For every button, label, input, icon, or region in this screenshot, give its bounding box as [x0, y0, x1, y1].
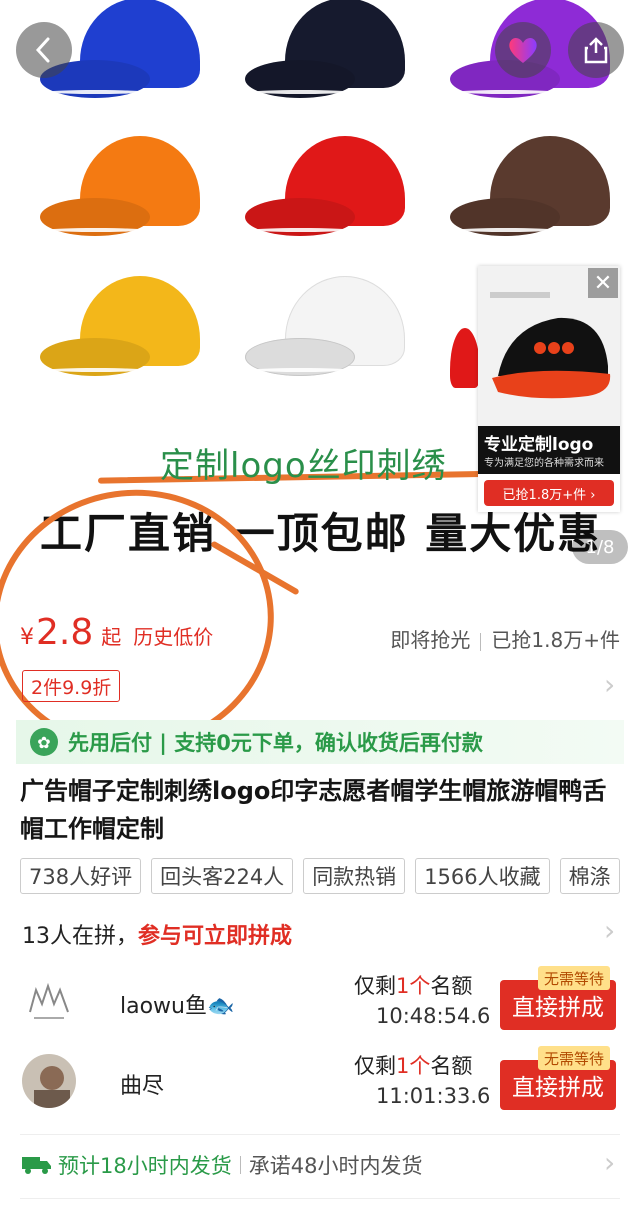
cap-image: [40, 128, 210, 253]
countdown-timer: 11:01:33.6: [376, 1084, 491, 1108]
cap-image: [245, 128, 415, 253]
price-currency: ¥: [20, 625, 34, 650]
tag-material[interactable]: 棉涤: [559, 858, 620, 894]
price-history-label: 历史低价: [133, 625, 214, 649]
chevron-right-icon[interactable]: ›: [604, 914, 615, 947]
ad-title: 专业定制logo: [484, 435, 594, 455]
divider: [20, 1134, 620, 1135]
tag-reviews[interactable]: 738人好评: [20, 858, 142, 894]
pay-later-banner[interactable]: ✿ 先用后付 | 支持0元下单，确认收货后再付款: [16, 720, 624, 764]
avatar: [22, 1054, 76, 1108]
no-wait-badge: 无需等待: [538, 966, 611, 990]
discount-badge[interactable]: 2件9.9折: [22, 670, 121, 702]
price-row: ¥ 2.8 起 历史低价: [20, 612, 213, 653]
avatar: [22, 974, 76, 1028]
grabbed-count: 已抢1.8万+件: [491, 628, 620, 652]
product-tags: 738人好评 回头客224人 同款热销 1566人收藏 棉涤: [20, 858, 630, 894]
share-icon: [584, 37, 608, 64]
cap-image: [40, 268, 210, 393]
heart-icon: [509, 37, 537, 63]
close-icon[interactable]: ✕: [588, 268, 618, 298]
tag-favorites[interactable]: 1566人收藏: [415, 858, 550, 894]
ad-subtitle: 专为满足您的各种需求而来: [484, 458, 604, 469]
cap-image: [245, 268, 415, 393]
cap-image: [450, 268, 480, 398]
no-wait-badge: 无需等待: [538, 1046, 611, 1070]
remaining-slots: 仅剩1个名额: [354, 1054, 473, 1078]
ad-title-box: 专业定制logo 专为满足您的各种需求而来: [478, 426, 620, 474]
share-button[interactable]: [568, 22, 624, 78]
favorite-button[interactable]: [495, 22, 551, 78]
price-value: 2.8: [36, 612, 94, 653]
image-caption-line1: 定制logo丝印刺绣: [160, 446, 447, 486]
remaining-slots: 仅剩1个名额: [354, 974, 473, 998]
sales-status: 即将抢光 已抢1.8万+件: [390, 624, 620, 653]
tag-hot-sale[interactable]: 同款热销: [303, 858, 406, 894]
tag-repeat-buyers[interactable]: 回头客224人: [151, 858, 294, 894]
countdown-timer: 10:48:54.6: [376, 1004, 491, 1028]
group-join-hint: 参与可立即拼成: [138, 924, 293, 949]
group-buy-header[interactable]: 13人在拼，参与可立即拼成: [22, 918, 292, 950]
chevron-right-icon[interactable]: ›: [604, 1146, 615, 1179]
cap-image: [450, 128, 620, 253]
floating-ad-card[interactable]: ✕ 专业定制logo 专为满足您的各种需求而来 已抢1.8万+件 ›: [478, 266, 620, 512]
chevron-right-icon[interactable]: ›: [604, 668, 615, 701]
product-title: 广告帽子定制刺绣logo印字志愿者帽学生帽旅游帽鸭舌帽工作帽定制: [20, 777, 607, 843]
cap-image: [245, 0, 415, 115]
price-from-label: 起: [101, 625, 122, 649]
pay-later-text: 先用后付 | 支持0元下单，确认收货后再付款: [68, 731, 483, 755]
back-button[interactable]: [16, 22, 72, 78]
shipping-promise: 承诺48小时内发货: [248, 1154, 423, 1178]
group-row: 曲尽 仅剩1个名额 11:01:33.6 直接拼成 无需等待: [0, 1046, 640, 1126]
soon-sold-out: 即将抢光: [390, 628, 471, 652]
product-image-carousel[interactable]: 定制logo丝印刺绣 工厂直销 一顶包邮 量大优惠 1/8 ✕ 专业定制logo…: [0, 0, 640, 580]
group-row: laowu鱼🐟 仅剩1个名额 10:48:54.6 直接拼成 无需等待: [0, 966, 640, 1046]
group-user-name: laowu鱼🐟: [120, 994, 235, 1019]
pay-later-icon: ✿: [30, 728, 58, 756]
truck-icon: [22, 1157, 51, 1174]
image-page-counter: 1/8: [572, 530, 628, 564]
group-count: 13人在拼，: [22, 924, 138, 949]
shipping-info[interactable]: 预计18小时内发货 承诺48小时内发货: [22, 1150, 422, 1180]
divider: [20, 1198, 620, 1199]
chevron-left-icon: [35, 37, 50, 63]
group-user-name: 曲尽: [120, 1074, 165, 1099]
ad-grabbed-button[interactable]: 已抢1.8万+件 ›: [484, 480, 614, 506]
shipping-estimate: 预计18小时内发货: [58, 1154, 232, 1178]
